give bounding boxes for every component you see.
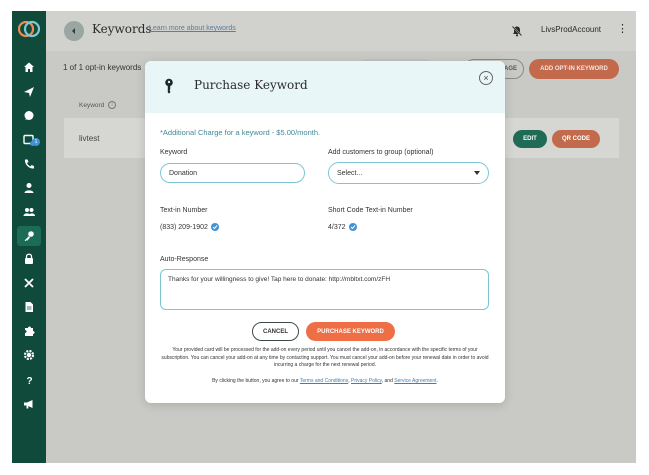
textin-value-row: (833) 209-1902 bbox=[160, 223, 219, 231]
close-icon[interactable]: × bbox=[479, 71, 493, 85]
key-icon[interactable] bbox=[17, 226, 41, 246]
send-icon[interactable] bbox=[21, 84, 37, 100]
shortcode-number: 4/372 bbox=[328, 223, 346, 231]
column-header-keyword: Keyword bbox=[79, 102, 105, 109]
inbox-badge: 1 bbox=[32, 138, 40, 146]
top-bar: Keywords Learn more about keywords LivsP… bbox=[46, 11, 636, 51]
autoresponse-label: Auto-Response bbox=[160, 256, 209, 263]
agreement-suffix: . bbox=[436, 378, 438, 384]
cancel-button[interactable]: CANCEL bbox=[252, 322, 299, 341]
settings-icon[interactable] bbox=[21, 347, 37, 363]
lock-icon[interactable] bbox=[21, 251, 37, 267]
sidebar: 1 ? bbox=[12, 11, 46, 463]
megaphone-icon[interactable] bbox=[21, 396, 37, 412]
puzzle-icon[interactable] bbox=[21, 323, 37, 339]
autoresponse-textarea[interactable]: Thanks for your willingness to give! Tap… bbox=[160, 269, 489, 310]
person-icon[interactable] bbox=[21, 180, 37, 196]
document-icon[interactable] bbox=[21, 299, 37, 315]
privacy-policy-link[interactable]: Privacy Policy bbox=[351, 378, 382, 384]
info-icon[interactable]: i bbox=[108, 101, 116, 109]
learn-more-link[interactable]: Learn more about keywords bbox=[149, 25, 236, 32]
row-keyword-name: livtest bbox=[79, 134, 100, 143]
bell-muted-icon[interactable] bbox=[511, 24, 523, 42]
qr-code-button[interactable]: QR CODE bbox=[552, 130, 600, 148]
svg-text:?: ? bbox=[27, 376, 33, 386]
agreement-text: By clicking the button, you agree to our… bbox=[160, 378, 490, 384]
verified-check-icon bbox=[348, 223, 357, 231]
keyword-input[interactable]: Donation bbox=[160, 163, 305, 183]
agreement-prefix: By clicking the button, you agree to our bbox=[212, 378, 299, 384]
textin-label: Text-in Number bbox=[160, 207, 208, 214]
chat-icon[interactable] bbox=[21, 108, 37, 124]
more-vertical-icon[interactable]: ⋮ bbox=[617, 22, 628, 35]
terms-link[interactable]: Terms and Conditions bbox=[300, 378, 348, 384]
chevron-down-icon bbox=[474, 171, 480, 175]
agreement-separator: , bbox=[348, 378, 350, 384]
chevron-left-icon bbox=[72, 28, 75, 34]
back-button[interactable] bbox=[64, 21, 84, 41]
keyword-count-text: 1 of 1 opt-in keywords bbox=[63, 63, 142, 72]
keyword-label: Keyword bbox=[160, 149, 188, 156]
textin-number: (833) 209-1902 bbox=[160, 223, 208, 231]
key-icon bbox=[163, 78, 175, 99]
shortcode-label: Short Code Text-in Number bbox=[328, 207, 413, 214]
verified-check-icon bbox=[210, 223, 219, 231]
page-title: Keywords bbox=[92, 22, 152, 36]
group-select[interactable]: Select... bbox=[328, 162, 489, 184]
group-label: Add customers to group (optional) bbox=[328, 149, 434, 156]
account-name[interactable]: LivsProdAccount bbox=[541, 25, 601, 34]
app-logo-icon[interactable] bbox=[17, 19, 41, 39]
home-icon[interactable] bbox=[21, 59, 37, 75]
charge-note: *Additional Charge for a keyword - $5.00… bbox=[160, 128, 321, 137]
modal-header: Purchase Keyword × bbox=[145, 61, 505, 113]
agreement-separator: , and bbox=[381, 378, 393, 384]
group-select-value: Select... bbox=[337, 169, 363, 177]
service-agreement-link[interactable]: Service Agreement bbox=[394, 378, 436, 384]
purchase-keyword-modal: Purchase Keyword × *Additional Charge fo… bbox=[145, 61, 505, 403]
modal-title: Purchase Keyword bbox=[194, 78, 308, 92]
add-optin-keyword-button[interactable]: ADD OPT-IN KEYWORD bbox=[529, 59, 619, 79]
phone-icon[interactable] bbox=[21, 156, 37, 172]
edit-button[interactable]: EDIT bbox=[513, 130, 547, 148]
shortcode-value-row: 4/372 bbox=[328, 223, 357, 231]
help-icon[interactable]: ? bbox=[21, 372, 37, 388]
billing-disclaimer: Your provided card will be processed for… bbox=[161, 347, 489, 368]
purchase-keyword-button[interactable]: PURCHASE KEYWORD bbox=[306, 322, 395, 341]
group-icon[interactable] bbox=[21, 204, 37, 220]
tools-icon[interactable] bbox=[21, 275, 37, 291]
